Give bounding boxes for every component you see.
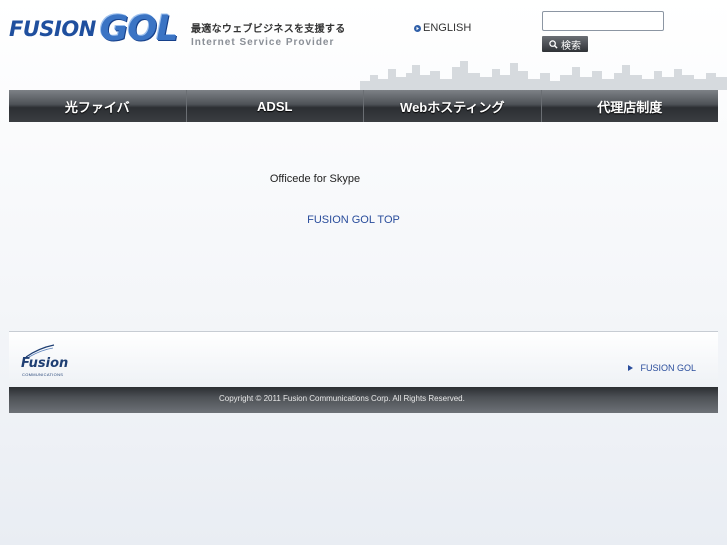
nav-item-adsl[interactable]: ADSL [187,90,364,122]
search-button[interactable]: 検索 [542,36,588,52]
search-button-label: 検索 [561,40,581,52]
page-title: Officede for Skype [269,173,361,185]
main-navigation: 光ファイバ ADSL Webホスティング 代理店制度 [9,90,718,122]
city-skyline-decoration [360,61,727,90]
site-header: FUSION GOL 最適なウェブビジネスを支援する Internet Serv… [0,0,727,90]
footer-link-label: FUSION GOL [640,363,696,373]
copyright-bar: Copyright © 2011 Fusion Communications C… [9,387,718,413]
tagline-english: Internet Service Provider [191,37,335,48]
search-icon [549,39,558,49]
fusion-gol-logo[interactable]: FUSION GOL [9,9,179,49]
tagline: 最適なウェブビジネスを支援する Internet Service Provide… [191,20,346,48]
fusion-gol-top-link[interactable]: FUSION GOL TOP [0,214,707,226]
footer-logo-subtext: COMMUNICATIONS [22,372,64,377]
english-link[interactable]: ENGLISH [414,22,471,34]
copyright-text: Copyright © 2011 Fusion Communications C… [219,394,465,403]
english-link-label: ENGLISH [423,22,472,34]
arrow-right-icon [628,365,634,371]
nav-item-web-hosting[interactable]: Webホスティング [364,90,542,122]
bullet-icon [414,24,421,32]
tagline-japanese: 最適なウェブビジネスを支援する [191,24,346,35]
footer-logo-text: Fusion [21,356,69,371]
logo-gol-text: GOL [99,9,179,49]
footer-fusion-gol-link[interactable]: FUSION GOL [628,363,696,373]
nav-item-fiber[interactable]: 光ファイバ [9,90,187,122]
fusion-communications-logo[interactable]: Fusion COMMUNICATIONS [21,344,91,378]
search-input[interactable] [542,11,664,31]
logo-fusion-text: FUSION [9,17,96,41]
footer: Fusion COMMUNICATIONS FUSION GOL [9,331,718,388]
nav-item-agency-program[interactable]: 代理店制度 [542,90,719,122]
